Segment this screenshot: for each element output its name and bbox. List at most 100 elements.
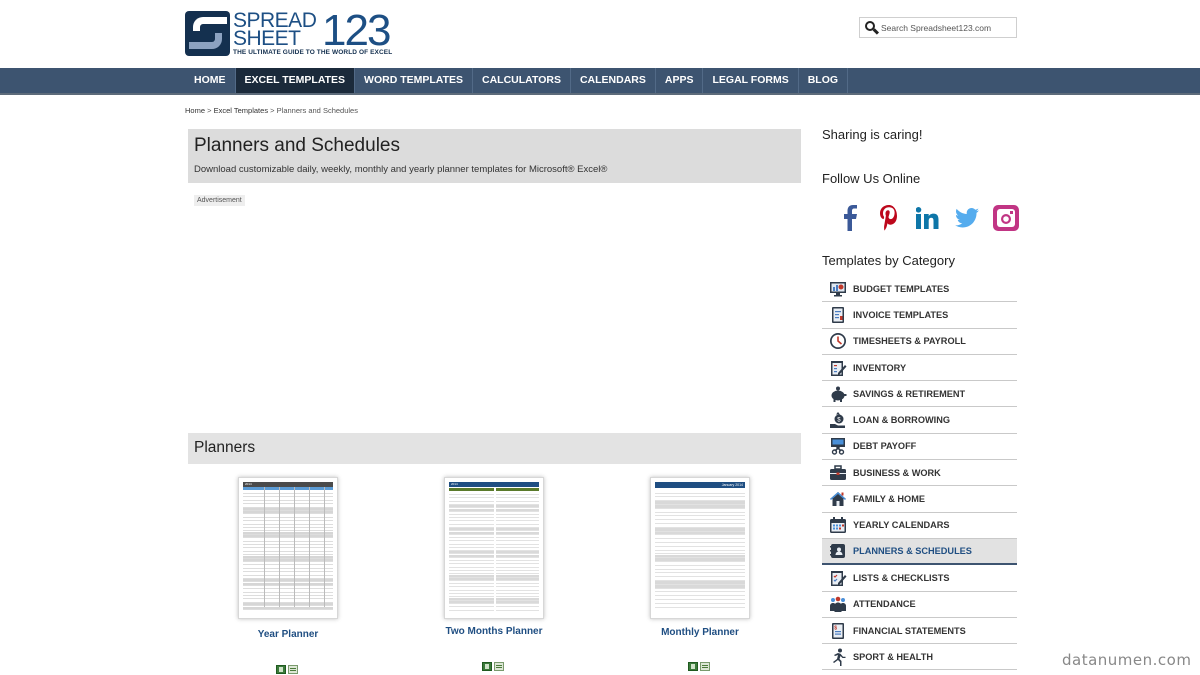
twitter-icon[interactable] [947, 203, 986, 233]
planner-book-icon [829, 542, 847, 560]
nav-blog[interactable]: BLOG [799, 68, 849, 93]
category-yearly-calendars[interactable]: YEARLY CALENDARS [822, 513, 1017, 539]
excel-download-icon[interactable] [688, 662, 698, 671]
follow-heading: Follow Us Online [822, 171, 921, 186]
category-family-home[interactable]: FAMILY & HOME [822, 486, 1017, 513]
breadcrumb-home[interactable]: Home [185, 106, 205, 115]
category-business-work[interactable]: BUSINESS & WORK [822, 460, 1017, 487]
categories-heading: Templates by Category [822, 253, 955, 268]
site-logo[interactable]: SPREAD SHEET 123 THE ULTIMATE GUIDE TO T… [185, 6, 393, 58]
thumb-header: 2014 [449, 482, 539, 487]
category-planners-schedules[interactable]: PLANNERS & SCHEDULES [822, 538, 1017, 566]
main-nav: HOME EXCEL TEMPLATES WORD TEMPLATES CALC… [0, 68, 1200, 95]
thumb-row [496, 607, 539, 611]
logo-number: 123 [322, 6, 391, 55]
excel-download-icon[interactable] [482, 662, 492, 671]
money-bag-hand-icon: $ [829, 411, 847, 429]
category-label: LISTS & CHECKLISTS [853, 572, 950, 583]
thumb-col-line [324, 487, 325, 607]
category-financial-statements[interactable]: $ FINANCIAL STATEMENTS [822, 618, 1017, 645]
piggy-bank-icon [829, 385, 847, 403]
search-input[interactable] [881, 22, 1011, 33]
category-label: DEBT PAYOFF [853, 441, 917, 452]
logo-word-sheet: SHEET [233, 27, 301, 50]
spreadsheet-download-icon[interactable] [700, 662, 710, 671]
thumb-month-header [496, 488, 539, 491]
advertisement-label: Advertisement [194, 195, 245, 206]
logo-s-mark-icon [185, 11, 230, 56]
thumb-row [655, 604, 745, 608]
pinterest-icon[interactable] [869, 203, 908, 233]
category-label: FINANCIAL STATEMENTS [853, 625, 966, 636]
spreadsheet-download-icon[interactable] [494, 662, 504, 671]
linkedin-icon[interactable] [908, 203, 947, 233]
thumb-header: January 2014 [655, 482, 745, 488]
category-label: SPORT & HEALTH [853, 651, 933, 662]
category-label: LOAN & BORROWING [853, 415, 950, 426]
breadcrumb-separator: > [207, 106, 212, 115]
nav-apps[interactable]: APPS [656, 68, 704, 93]
category-timesheets-payroll[interactable]: TIMESHEETS & PAYROLL [822, 329, 1017, 355]
people-group-icon [829, 595, 847, 613]
page-header-box: Planners and Schedules Download customiz… [188, 129, 801, 183]
checklist-icon [829, 569, 847, 587]
nav-excel-templates[interactable]: EXCEL TEMPLATES [235, 68, 356, 93]
thumb-col-line [264, 487, 265, 607]
instagram-icon[interactable] [986, 203, 1025, 233]
category-label: YEARLY CALENDARS [853, 520, 950, 531]
briefcase-icon [829, 464, 847, 482]
nav-home[interactable]: HOME [185, 68, 236, 93]
monthly-planner-downloads [688, 662, 710, 671]
category-budget-templates[interactable]: BUDGET TEMPLATES [822, 276, 1017, 303]
category-debt-payoff[interactable]: DEBT PAYOFF [822, 434, 1017, 461]
category-attendance[interactable]: ATTENDANCE [822, 592, 1017, 618]
two-months-planner-thumbnail[interactable]: 2014 [444, 477, 544, 619]
two-months-planner-link[interactable]: Two Months Planner [414, 626, 574, 637]
section-header-planners: Planners [188, 433, 801, 464]
statement-doc-icon: $ [829, 622, 847, 640]
excel-download-icon[interactable] [276, 665, 286, 674]
category-label: ATTENDANCE [853, 599, 916, 610]
house-icon [829, 490, 847, 508]
category-label: BUSINESS & WORK [853, 467, 941, 478]
category-lists-checklists[interactable]: LISTS & CHECKLISTS [822, 565, 1017, 592]
thumb-column-header [243, 487, 333, 490]
facebook-icon[interactable] [830, 203, 869, 233]
category-inventory[interactable]: INVENTORY [822, 355, 1017, 382]
category-savings-retirement[interactable]: SAVINGS & RETIREMENT [822, 381, 1017, 408]
search-icon[interactable] [865, 20, 880, 35]
category-label: INVENTORY [853, 362, 907, 373]
runner-icon [829, 648, 847, 666]
nav-word-templates[interactable]: WORD TEMPLATES [355, 68, 474, 93]
sharing-heading: Sharing is caring! [822, 127, 923, 142]
nav-calendars[interactable]: CALENDARS [571, 68, 656, 93]
two-months-planner-downloads [482, 662, 504, 671]
nav-calculators[interactable]: CALCULATORS [473, 68, 571, 93]
nav-legal-forms[interactable]: LEGAL FORMS [703, 68, 799, 93]
search-box[interactable] [859, 17, 1017, 38]
thumb-col-line [279, 487, 280, 607]
thumb-month-header [449, 488, 494, 491]
category-label: FAMILY & HOME [853, 494, 925, 505]
category-label: PLANNERS & SCHEDULES [853, 546, 972, 557]
breadcrumb-excel-templates[interactable]: Excel Templates [214, 106, 268, 115]
page-subtitle: Download customizable daily, weekly, mon… [194, 164, 608, 175]
category-loan-borrowing[interactable]: $ LOAN & BORROWING [822, 407, 1017, 434]
category-sport-health[interactable]: SPORT & HEALTH [822, 644, 1017, 671]
year-planner-link[interactable]: Year Planner [208, 629, 368, 640]
logo-tagline: THE ULTIMATE GUIDE TO THE WORLD OF EXCEL [233, 49, 393, 56]
monthly-planner-thumbnail[interactable]: January 2014 [650, 477, 750, 619]
calendar-icon [829, 516, 847, 534]
scissors-card-icon [829, 437, 847, 456]
spreadsheet-download-icon[interactable] [288, 665, 298, 674]
category-label: SAVINGS & RETIREMENT [853, 388, 966, 399]
category-invoice-templates[interactable]: INVOICE TEMPLATES [822, 302, 1017, 329]
invoice-icon [829, 306, 847, 324]
svg-text:$: $ [834, 625, 837, 631]
monitor-chart-icon [829, 280, 847, 298]
year-planner-thumbnail[interactable]: 2014 [238, 477, 338, 619]
social-links [830, 203, 1025, 233]
site-header: SPREAD SHEET 123 THE ULTIMATE GUIDE TO T… [0, 0, 1200, 68]
monthly-planner-link[interactable]: Monthly Planner [620, 627, 780, 638]
thumb-col-line [294, 487, 295, 607]
